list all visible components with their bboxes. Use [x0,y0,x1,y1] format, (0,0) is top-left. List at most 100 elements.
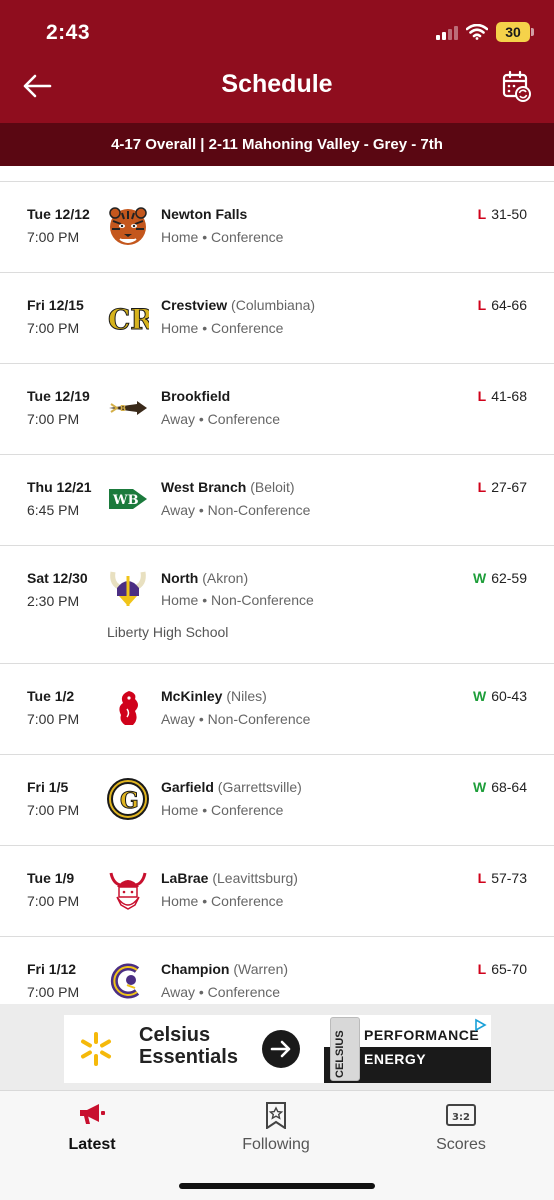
game-result: W 68-64 [472,779,527,795]
c-mascot-icon [110,963,140,999]
opponent-name: Brookfield [161,388,231,404]
game-time: 7:00 PM [27,984,80,1000]
ad-headline: Celsius Essentials [139,1024,238,1068]
schedule-list: Tue 12/12 7:00 PM Newton Falls Home • Co… [0,166,554,1004]
game-row[interactable]: Sat 12/30 2:30 PM North (Akron) Home • N… [0,546,554,664]
game-date: Fri 1/5 [27,779,69,795]
opponent-name: LaBrae (Leavittsburg) [161,870,298,886]
tiger-icon [109,207,147,245]
calendar-sync-icon [502,70,531,102]
battery-icon: 30 [496,22,534,42]
game-row[interactable]: Fri 12/15 7:00 PM CR Crestview (Columbia… [0,273,554,364]
red-dragon-icon [119,691,138,725]
game-date: Tue 12/19 [27,388,90,404]
team-record-bar: 4-17 Overall | 2-11 Mahoning Valley - Gr… [0,123,554,166]
svg-text:B: B [120,404,126,413]
game-row[interactable]: Fri 1/5 7:00 PM G Garfield (Garrettsvill… [0,755,554,846]
arrow-logo-icon: B [109,401,147,415]
game-result: L 27-67 [477,479,527,495]
game-time: 7:00 PM [27,229,80,245]
game-result: L 57-73 [477,870,527,886]
ad-cta-button[interactable] [262,1030,300,1068]
page-title: Schedule [221,70,333,98]
game-time: 7:00 PM [27,411,80,427]
arrow-right-icon [270,1040,291,1058]
status-time: 2:43 [46,21,91,44]
game-result: W 62-59 [472,570,527,586]
ad-container: Celsius Essentials ENERGY CELSIUS PERFORM… [0,1004,554,1090]
svg-text:G: G [120,788,139,814]
ad-banner[interactable]: Celsius Essentials ENERGY CELSIUS PERFORM… [64,1015,491,1083]
game-result: W 60-43 [472,688,527,704]
viking-head-icon [109,872,147,910]
game-row[interactable]: Tue 1/9 7:00 PM LaBrae (Leavittsburg) Ho… [0,846,554,937]
game-row[interactable] [0,166,554,182]
game-meta: Home • Non-Conference [161,592,314,608]
game-result: L 41-68 [477,388,527,404]
tab-label: Following [242,1136,310,1153]
opponent-name: McKinley (Niles) [161,688,267,704]
tab-latest[interactable]: Latest [0,1091,184,1166]
opponent-name: Newton Falls [161,206,248,222]
game-row[interactable]: Tue 12/12 7:00 PM Newton Falls Home • Co… [0,182,554,273]
scoreboard-icon: 3:2 [446,1104,476,1126]
game-meta: Home • Conference [161,802,284,818]
opponent-name: Crestview (Columbiana) [161,297,316,313]
game-date: Tue 12/12 [27,206,90,222]
game-result: L 65-70 [477,961,527,977]
game-row[interactable]: Tue 12/19 7:00 PM B Brookfield Away • Co… [0,364,554,455]
game-row[interactable]: Fri 1/12 7:00 PM Champion (Warren) Away … [0,937,554,1004]
game-time: 2:30 PM [27,593,80,609]
tab-scores[interactable]: 3:2 Scores [369,1091,553,1166]
game-row[interactable]: Tue 1/2 7:00 PM McKinley (Niles) Away • … [0,664,554,755]
tab-label: Latest [68,1136,116,1153]
home-indicator [179,1183,375,1189]
drink-can-image: CELSIUS [330,1017,360,1081]
opponent-name: North (Akron) [161,570,249,586]
bookmark-star-icon [266,1102,286,1129]
game-venue: Liberty High School [107,624,229,640]
game-meta: Home • Conference [161,229,284,245]
game-date: Tue 1/9 [27,870,75,886]
game-row[interactable]: Thu 12/21 6:45 PM WB West Branch (Beloit… [0,455,554,546]
game-date: Sat 12/30 [27,570,88,586]
svg-text:3:2: 3:2 [452,1112,470,1123]
game-time: 6:45 PM [27,502,80,518]
game-time: 7:00 PM [27,802,80,818]
wifi-icon [466,24,488,40]
game-meta: Away • Conference [161,984,281,1000]
game-date: Tue 1/2 [27,688,75,704]
game-time: 7:00 PM [27,320,80,336]
game-meta: Home • Conference [161,893,284,909]
opponent-name: Garfield (Garrettsville) [161,779,302,795]
opponent-name: West Branch (Beloit) [161,479,295,495]
svg-text:WB: WB [112,493,139,508]
tab-label: Scores [436,1136,486,1153]
megaphone-icon [80,1104,105,1124]
game-date: Thu 12/21 [27,479,92,495]
calendar-sync-button[interactable] [502,70,532,102]
game-time: 7:00 PM [27,711,80,727]
tab-following[interactable]: Following [184,1091,368,1166]
spark-logo-icon [81,1032,111,1066]
g-monogram-icon: G [107,778,149,820]
game-date: Fri 12/15 [27,297,84,313]
svg-text:CR: CR [108,303,149,336]
app-header: 2:43 30 Schedule [0,0,554,123]
wb-arrow-icon: WB [109,489,147,509]
opponent-name: Champion (Warren) [161,961,289,977]
adchoices-icon[interactable] [473,1018,487,1032]
game-meta: Home • Conference [161,320,284,336]
game-result: L 31-50 [477,206,527,222]
game-meta: Away • Conference [161,411,281,427]
game-time: 7:00 PM [27,893,80,909]
cellular-signal-icon [436,24,458,40]
ad-tagline: PERFORMANCE [364,1027,480,1043]
cr-monogram-icon: CR [108,303,150,337]
game-date: Fri 1/12 [27,961,77,977]
status-icons: 30 [436,22,534,42]
game-meta: Away • Non-Conference [161,711,311,727]
viking-helmet-icon [110,571,146,606]
game-result: L 64-66 [477,297,527,313]
game-meta: Away • Non-Conference [161,502,311,518]
